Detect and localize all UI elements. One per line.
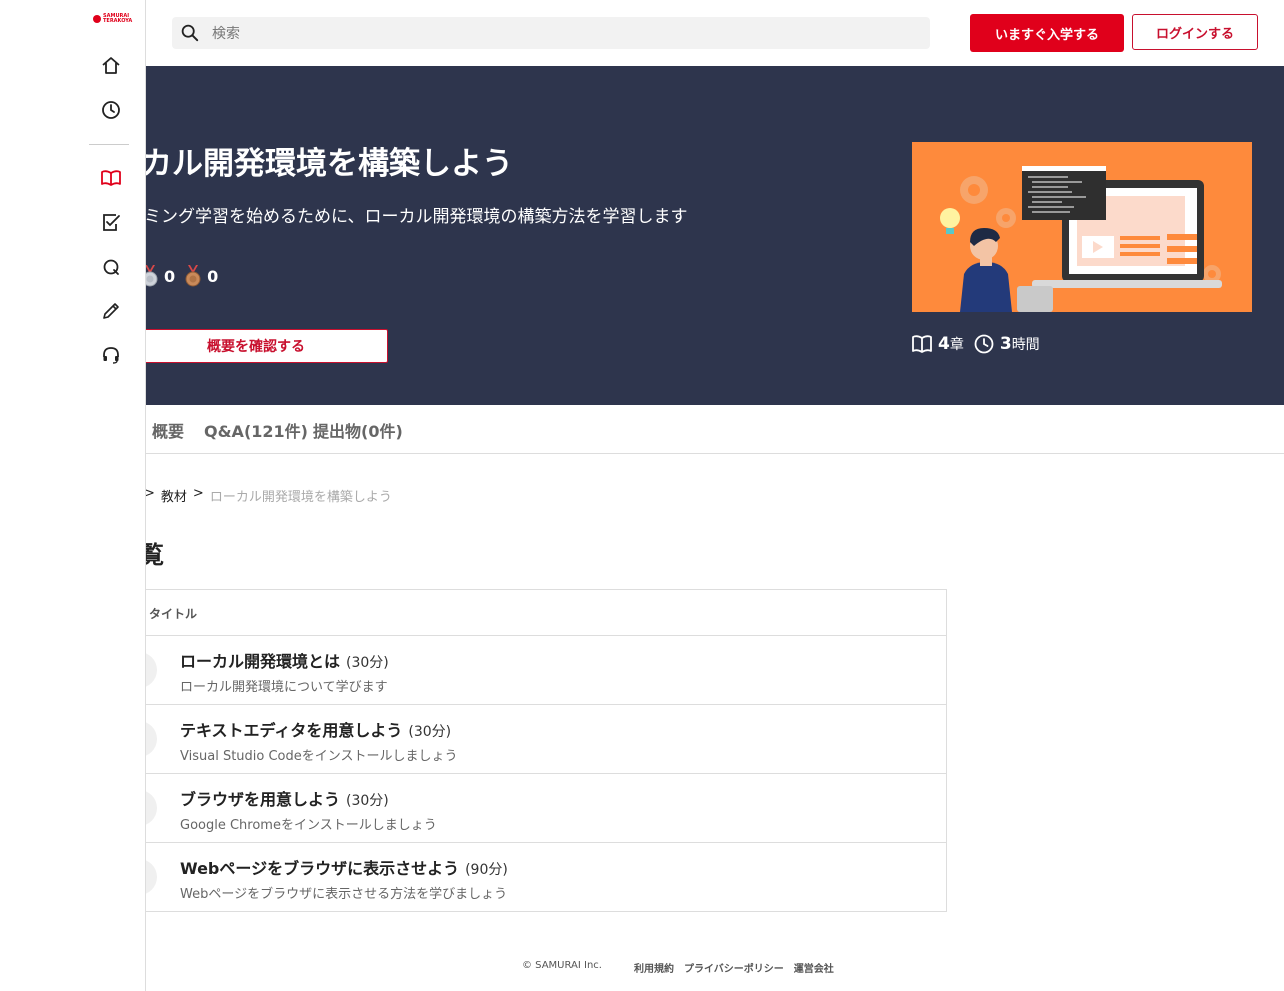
- search-icon: [181, 24, 199, 42]
- silver-count: 0: [164, 266, 176, 286]
- table-row[interactable]: テキストエディタを用意しよう (30分) Visual Studio Codeをイ…: [101, 705, 946, 774]
- course-illustration: [912, 142, 1252, 312]
- sidebar-item-materials[interactable]: [101, 168, 121, 188]
- table-header: タイトル: [101, 590, 946, 636]
- chapter-description: Webページをブラウザに表示させる方法を学びましょう: [180, 887, 508, 902]
- main-area: いますぐ入学する ログインする ーカル開発環境を構築しよう グラミング学習を始め…: [0, 0, 1284, 991]
- bronze-medal: 0: [183, 265, 218, 287]
- home-icon: [102, 57, 120, 74]
- table-row[interactable]: ローカル開発環境とは (30分) ローカル開発環境について学びます: [101, 636, 946, 705]
- course-description: グラミング学習を始めるために、ローカル開発環境の構築方法を学習します: [110, 207, 688, 227]
- chapter-count: 4: [938, 334, 950, 354]
- course-hero: ーカル開発環境を構築しよう グラミング学習を始めるために、ローカル開発環境の構築…: [0, 66, 1284, 405]
- tab-overview[interactable]: 概要: [152, 418, 184, 442]
- medal-counts: 0 0: [140, 265, 218, 287]
- breadcrumb-materials-link[interactable]: 教材: [161, 486, 187, 505]
- book-icon: [912, 335, 932, 353]
- breadcrumb-current: ローカル開発環境を構築しよう: [209, 490, 392, 505]
- headset-icon: [103, 347, 119, 364]
- chapter-description: Visual Studio Codeをインストールしましょう: [180, 749, 458, 764]
- chapter-table: タイトル ローカル開発環境とは (30分) ローカル開発環境について学びます テキ…: [100, 589, 947, 912]
- column-title-header: タイトル: [149, 607, 198, 621]
- hours-stat: 3 時間: [974, 334, 1040, 354]
- chapter-stat: 4 章: [912, 334, 964, 354]
- search-input[interactable]: [210, 17, 914, 51]
- footer: © SAMURAI Inc. 利用規約 プライバシーポリシー 運営会社: [522, 960, 834, 975]
- book-icon: [101, 170, 121, 186]
- footer-privacy-link[interactable]: プライバシーポリシー: [684, 960, 784, 975]
- chapter-duration: (30分): [346, 655, 389, 671]
- top-bar: いますぐ入学する ログインする: [146, 0, 1284, 66]
- samurai-logo[interactable]: SAMURAI TERAKOYA: [93, 14, 132, 24]
- pencil-icon: [103, 303, 119, 319]
- chapter-title[interactable]: テキストエディタを用意しよう: [180, 721, 402, 740]
- sidebar: SAMURAI TERAKOYA: [0, 0, 146, 991]
- hours-unit: 時間: [1011, 337, 1040, 353]
- table-row[interactable]: Webページをブラウザに表示させよう (90分) Webページをブラウザに表示させ…: [101, 843, 946, 911]
- course-thumbnail: [912, 142, 1252, 312]
- footer-company-link[interactable]: 運営会社: [794, 960, 834, 975]
- chapter-title[interactable]: ローカル開発環境とは: [180, 652, 340, 671]
- sidebar-item-support[interactable]: [101, 345, 121, 365]
- table-row[interactable]: ブラウザを用意しよう (30分) Google Chromeをインストールしましょ…: [101, 774, 946, 843]
- sidebar-item-tasks[interactable]: [101, 212, 121, 232]
- logo-text-line2: TERAKOYA: [103, 18, 133, 24]
- chapter-title[interactable]: ブラウザを用意しよう: [180, 790, 340, 809]
- logo-mark-icon: [93, 15, 101, 23]
- tab-qa[interactable]: Q&A(121件): [204, 418, 308, 442]
- tab-submissions[interactable]: 提出物(0件): [313, 418, 403, 442]
- chapter-duration: (30分): [408, 724, 452, 740]
- sidebar-item-qa[interactable]: [101, 257, 121, 277]
- chapter-duration: (90分): [465, 862, 508, 878]
- course-stats: 4 章 3 時間: [912, 334, 1050, 354]
- bronze-count: 0: [207, 266, 219, 286]
- bronze-medal-icon: [185, 265, 201, 287]
- qa-icon: [103, 259, 119, 275]
- chapter-unit: 章: [949, 337, 964, 353]
- login-button[interactable]: ログインする: [1132, 14, 1258, 50]
- chapter-duration: (30分): [346, 793, 389, 809]
- hours-count: 3: [999, 334, 1012, 354]
- history-icon: [102, 101, 120, 119]
- course-title: ーカル開発環境を構築しよう: [110, 146, 513, 182]
- footer-copyright: © SAMURAI Inc.: [522, 960, 602, 971]
- chapter-description: ローカル開発環境について学びます: [180, 680, 388, 695]
- course-tabs: 概要 Q&A(121件) 提出物(0件): [146, 405, 1284, 454]
- search-box[interactable]: [172, 17, 930, 51]
- enroll-now-button[interactable]: いますぐ入学する: [970, 14, 1124, 52]
- sidebar-item-write[interactable]: [101, 301, 121, 321]
- footer-terms-link[interactable]: 利用規約: [634, 960, 674, 975]
- chapter-description: Google Chromeをインストールしましょう: [180, 818, 437, 833]
- sidebar-divider: [89, 144, 129, 145]
- breadcrumb-separator: >: [192, 486, 204, 501]
- sidebar-item-home[interactable]: [101, 56, 121, 76]
- chapter-title[interactable]: Webページをブラウザに表示させよう: [180, 859, 459, 878]
- sidebar-item-history[interactable]: [101, 100, 121, 120]
- clock-icon: [974, 334, 994, 354]
- task-check-icon: [103, 214, 120, 231]
